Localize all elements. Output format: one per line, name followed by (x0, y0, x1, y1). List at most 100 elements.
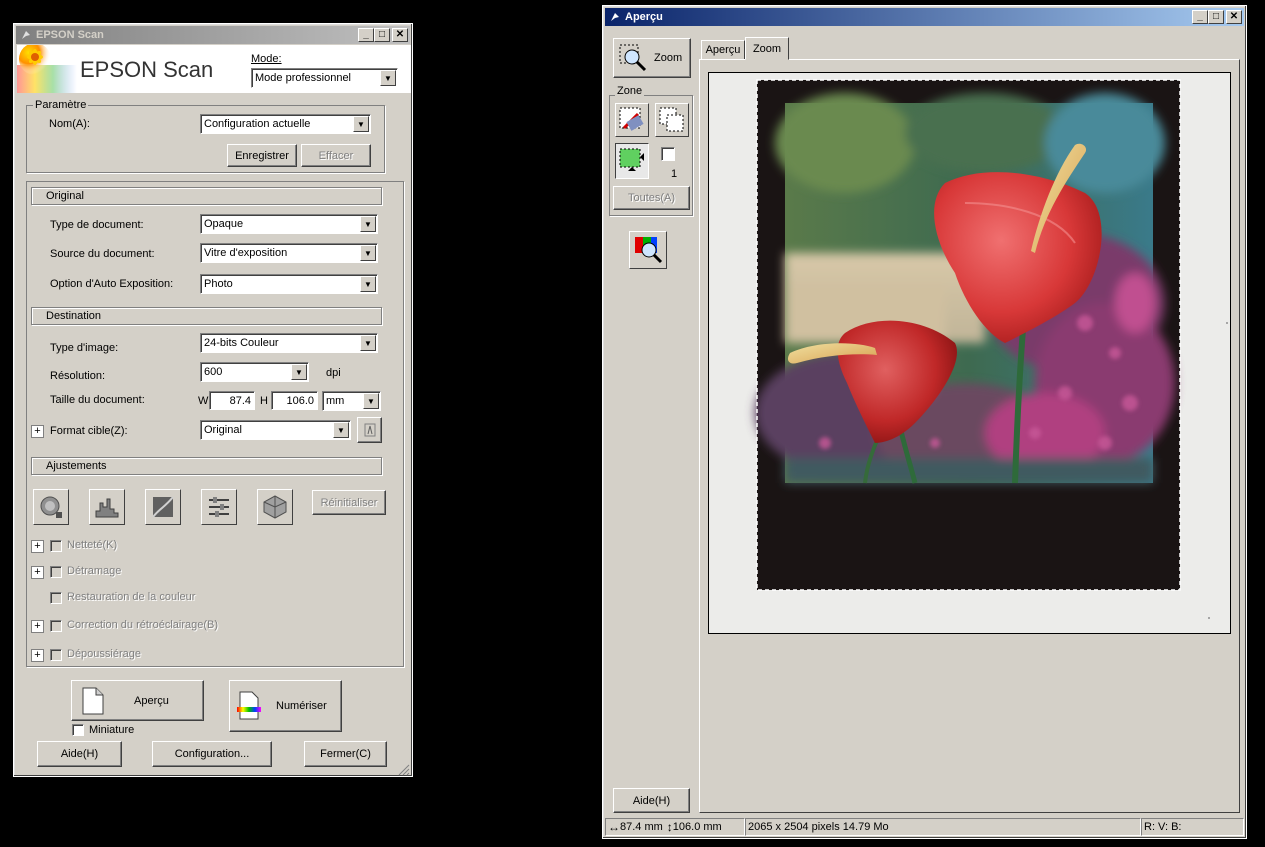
marquee-eraser-icon (619, 107, 644, 131)
height-label: H (260, 395, 268, 407)
histogram-button[interactable] (89, 489, 125, 525)
flower-logo-icon (17, 45, 77, 93)
scan-button-label: Numériser (276, 700, 327, 712)
chevron-down-icon[interactable]: ▼ (360, 276, 376, 292)
target-format-label: Format cible(Z): (50, 425, 128, 437)
copy-marquee-button[interactable] (655, 103, 689, 137)
preview-help-button[interactable]: Aide(H) (613, 788, 690, 813)
doc-type-label: Type de document: (50, 219, 144, 231)
tone-correction-button[interactable] (145, 489, 181, 525)
setting-name-value: Configuration actuelle (204, 118, 311, 130)
sliders-icon (209, 497, 229, 517)
doc-source-select[interactable]: Vitre d'exposition ▼ (200, 243, 378, 263)
maximize-button[interactable]: □ (374, 28, 390, 42)
preview-titlebar[interactable]: Aperçu _ □ ✕ (605, 8, 1244, 26)
height-input[interactable]: 106.0 (271, 391, 318, 410)
thumbnail-checkbox[interactable] (72, 724, 84, 736)
histogram-icon (95, 498, 119, 518)
backlight-label: Correction du rétroéclairage(B) (67, 619, 219, 631)
magnify-circle-icon (40, 496, 62, 518)
all-zones-button[interactable]: Toutes(A) (613, 186, 690, 210)
epson-scan-titlebar[interactable]: EPSON Scan _ □ ✕ (16, 26, 410, 44)
status-width: 87.4 mm (620, 821, 663, 833)
color-restoration-checkbox[interactable] (50, 592, 62, 604)
doc-size-label: Taille du document: (50, 394, 145, 406)
auto-exposure-select[interactable]: Photo ▼ (200, 274, 378, 294)
image-type-label: Type d'image: (50, 342, 119, 354)
doc-source-label: Source du document: (50, 248, 155, 260)
help-button[interactable]: Aide(H) (37, 741, 122, 767)
close-window-button[interactable]: ✕ (392, 28, 408, 42)
mode-select[interactable]: Mode professionnel ▼ (251, 68, 398, 88)
destination-header-text: Destination (46, 310, 102, 322)
chevron-down-icon[interactable]: ▼ (363, 393, 379, 409)
zoom-magnifier-icon (619, 44, 647, 72)
unit-value: mm (326, 395, 345, 407)
histogram-preview-button[interactable] (629, 231, 667, 269)
zoom-button[interactable]: Zoom (613, 38, 691, 78)
chevron-down-icon[interactable]: ▼ (360, 245, 376, 261)
tone-curve-icon (152, 496, 174, 518)
close-window-button[interactable]: ✕ (1226, 10, 1242, 24)
tab-zoom[interactable]: Zoom (745, 37, 789, 60)
setting-name-select[interactable]: Configuration actuelle ▼ (200, 114, 371, 134)
unsharp-mask-button[interactable] (33, 489, 69, 525)
chevron-down-icon[interactable]: ▼ (360, 335, 376, 351)
epson-logo-text: EPSON Scan (80, 57, 214, 82)
resize-grip-icon[interactable] (398, 764, 410, 776)
sharpness-label: Netteté(K) (67, 539, 118, 551)
width-input[interactable]: 87.4 (209, 391, 255, 410)
scan-button[interactable]: Numériser (229, 680, 342, 732)
color-palette-icon (263, 495, 287, 519)
descreening-label: Détramage (67, 565, 122, 577)
expand-target-format-button[interactable]: + (31, 425, 44, 438)
chevron-down-icon[interactable]: ▼ (360, 216, 376, 232)
expand-sharpness-button[interactable]: + (31, 540, 44, 553)
chevron-down-icon[interactable]: ▼ (353, 116, 369, 132)
configuration-button[interactable]: Configuration... (152, 741, 272, 767)
thumbnail-label: Miniature (89, 724, 135, 736)
preview-window: Aperçu _ □ ✕ Zoom Zone 1 Toutes(A) Aide(… (602, 5, 1247, 839)
color-palette-button[interactable] (257, 489, 293, 525)
close-button[interactable]: Fermer(C) (304, 741, 387, 767)
color-restoration-label: Restauration de la couleur (67, 591, 196, 603)
tab-preview[interactable]: Aperçu (701, 40, 745, 59)
preview-button[interactable]: Aperçu (71, 680, 204, 721)
unit-select[interactable]: mm ▼ (322, 391, 381, 411)
expand-dust-button[interactable]: + (31, 649, 44, 662)
auto-locate-button[interactable] (615, 103, 649, 137)
descreening-checkbox[interactable] (50, 566, 62, 578)
width-label: W (198, 395, 209, 407)
zone-legend: Zone (615, 85, 645, 97)
chevron-down-icon[interactable]: ▼ (380, 70, 396, 86)
maximize-button[interactable]: □ (1208, 10, 1224, 24)
doc-type-select[interactable]: Opaque ▼ (200, 214, 378, 234)
minimize-button[interactable]: _ (1192, 10, 1208, 24)
dust-removal-checkbox[interactable] (50, 649, 62, 661)
auto-exposure-value: Photo (204, 278, 233, 290)
expand-descreening-button[interactable]: + (31, 566, 44, 579)
image-type-value: 24-bits Couleur (204, 337, 279, 349)
minimize-button[interactable]: _ (358, 28, 374, 42)
destination-section-header: Destination (31, 307, 382, 325)
image-adjustment-button[interactable] (201, 489, 237, 525)
target-format-select[interactable]: Original ▼ (200, 420, 351, 440)
status-dimensions: ↔ 87.4 mm ↕ 106.0 mm (605, 818, 745, 836)
scan-document-icon (237, 691, 261, 720)
orientation-button[interactable] (357, 417, 382, 443)
resolution-unit: dpi (326, 367, 341, 379)
delete-button[interactable]: Effacer (301, 144, 371, 167)
mode-select-value: Mode professionnel (255, 72, 352, 84)
reset-button[interactable]: Réinitialiser (312, 490, 386, 515)
resolution-select[interactable]: 600 ▼ (200, 362, 309, 382)
chevron-down-icon[interactable]: ▼ (333, 422, 349, 438)
sharpness-checkbox[interactable] (50, 540, 62, 552)
width-arrow-icon: ↔ (608, 820, 620, 834)
expand-backlight-button[interactable]: + (31, 620, 44, 633)
image-type-select[interactable]: 24-bits Couleur ▼ (200, 333, 378, 353)
chevron-down-icon[interactable]: ▼ (291, 364, 307, 380)
original-section-header: Original (31, 187, 382, 205)
save-button[interactable]: Enregistrer (227, 144, 297, 167)
backlight-checkbox[interactable] (50, 620, 62, 632)
marquee-select-button[interactable] (615, 143, 649, 179)
